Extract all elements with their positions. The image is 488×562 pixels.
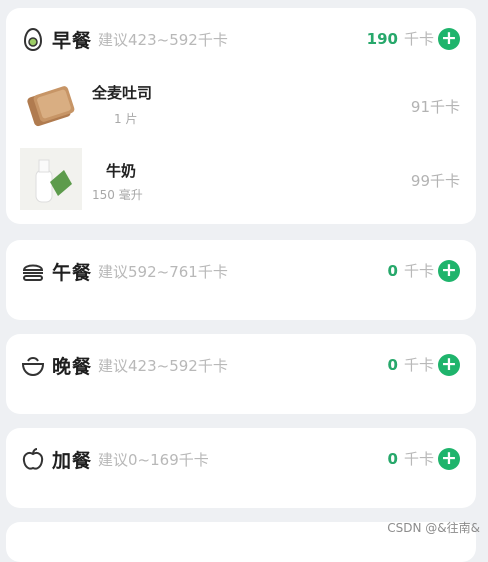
food-item-toast[interactable]: 全麦吐司 1 片 91千卡 [6,72,476,142]
breakfast-kcal: 190 千卡 [367,28,434,49]
breakfast-card: 早餐 建议423~592千卡 190 千卡 + 全麦吐司 1 片 91千卡 牛奶 … [6,8,476,224]
dinner-card: 晚餐 建议423~592千卡 0 千卡 + [6,334,476,414]
lunch-kcal: 0 千卡 [388,260,434,281]
snack-title: 加餐 [52,450,93,472]
breakfast-suggestion: 建议423~592千卡 [98,31,228,49]
avocado-icon [23,27,43,52]
snack-card: 加餐 建议0~169千卡 0 千卡 + [6,428,476,508]
lunch-card: 午餐 建议592~761千卡 0 千卡 + [6,240,476,320]
add-snack-button[interactable]: + [438,448,460,470]
dinner-kcal-unit: 千卡 [403,356,434,374]
dinner-suggestion: 建议423~592千卡 [98,357,228,375]
milk-image [20,148,82,210]
food-name: 全麦吐司 [92,84,153,102]
plus-circle-icon: + [441,27,457,49]
toast-image [27,86,75,127]
burger-icon [22,264,44,281]
snack-header[interactable]: 加餐 建议0~169千卡 0 千卡 + [6,428,476,488]
food-name: 牛奶 [106,162,137,180]
dinner-kcal-value: 0 [387,356,398,374]
lunch-suggestion: 建议592~761千卡 [98,263,228,281]
lunch-kcal-value: 0 [387,262,398,280]
food-kcal: 91千卡 [410,98,460,116]
food-kcal: 99千卡 [410,172,460,190]
add-lunch-button[interactable]: + [438,260,460,282]
dinner-header[interactable]: 晚餐 建议423~592千卡 0 千卡 + [6,334,476,394]
food-portion: 1 片 [114,112,138,126]
dinner-title: 晚餐 [52,356,93,378]
breakfast-header[interactable]: 早餐 建议423~592千卡 190 千卡 + [6,8,476,68]
bowl-icon [21,357,45,377]
food-item-milk[interactable]: 牛奶 150 毫升 99千卡 [6,146,476,216]
add-breakfast-button[interactable]: + [438,28,460,50]
snack-suggestion: 建议0~169千卡 [98,451,209,469]
lunch-kcal-unit: 千卡 [403,262,434,280]
dinner-kcal: 0 千卡 [388,354,434,375]
apple-icon [22,448,44,470]
lunch-header[interactable]: 午餐 建议592~761千卡 0 千卡 + [6,240,476,300]
breakfast-kcal-unit: 千卡 [403,30,434,48]
plus-circle-icon: + [441,353,457,375]
plus-circle-icon: + [441,447,457,469]
breakfast-title: 早餐 [52,30,93,52]
breakfast-kcal-value: 190 [366,30,398,48]
food-portion: 150 毫升 [92,188,143,202]
add-dinner-button[interactable]: + [438,354,460,376]
snack-kcal-unit: 千卡 [403,450,434,468]
plus-circle-icon: + [441,259,457,281]
snack-kcal-value: 0 [387,450,398,468]
watermark: CSDN @&往南& [387,521,480,535]
snack-kcal: 0 千卡 [388,448,434,469]
lunch-title: 午餐 [52,262,93,284]
